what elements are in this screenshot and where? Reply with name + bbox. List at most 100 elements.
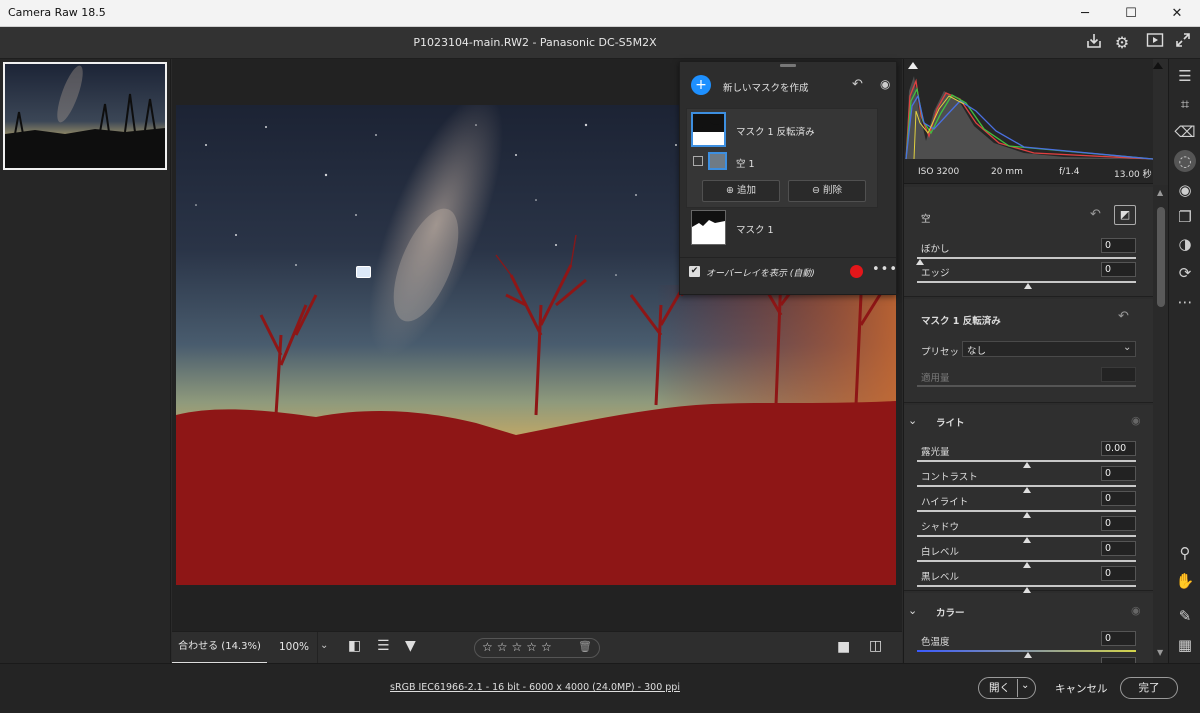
slider-label: シャドウ	[921, 522, 960, 533]
snapshots-icon[interactable]: ❐	[1174, 206, 1196, 228]
slider-thumb[interactable]	[1024, 283, 1032, 289]
reset-icon[interactable]: ↶	[852, 77, 863, 92]
slider-thumb[interactable]	[1022, 487, 1031, 493]
overlay-color-swatch[interactable]	[850, 265, 863, 278]
light-section: ⌄ ライト ◉ 露光量 0.00 コントラスト 0 ハイライト 0 シャドウ 0 白レベル 0 黒レ…	[904, 405, 1153, 593]
slider-thumb[interactable]	[1022, 537, 1031, 543]
slider-value-input[interactable]: 0	[1101, 516, 1136, 531]
workflow-options-link[interactable]: sRGB IEC61966-2.1 - 16 bit - 6000 x 4000…	[0, 682, 1070, 693]
scroll-down-icon[interactable]: ▼	[1157, 648, 1163, 657]
trash-icon[interactable]: 🗑	[578, 640, 592, 653]
slider-value-input[interactable]: 0	[1101, 631, 1136, 646]
sky-section-title: 空	[921, 214, 931, 225]
slider-value-input[interactable]: 0	[1101, 541, 1136, 556]
fullscreen-preview-icon[interactable]	[1144, 32, 1166, 54]
reset-icon[interactable]: ↶	[1090, 207, 1101, 222]
slider-thumb[interactable]	[1024, 652, 1032, 658]
eye-icon[interactable]: ◉	[1131, 604, 1141, 617]
highlight-clip-warning-icon[interactable]	[1153, 62, 1163, 69]
chevron-down-icon[interactable]: ⌄	[1021, 676, 1029, 696]
red-eye-icon[interactable]: ◉	[1174, 179, 1196, 201]
add-icon: ⊕	[726, 185, 737, 196]
light-section-title[interactable]: ライト	[936, 415, 965, 429]
color-sampler-icon[interactable]: ✎	[1174, 605, 1196, 627]
filmstrip-toggle-icon[interactable]: ◧	[348, 638, 361, 654]
eye-icon[interactable]: ◉	[1131, 414, 1141, 427]
slider-thumb[interactable]	[1022, 512, 1031, 518]
invert-icon[interactable]: ◩	[1114, 205, 1136, 225]
create-mask-icon[interactable]: +	[691, 75, 711, 95]
shadow-clip-warning-icon[interactable]	[908, 62, 918, 69]
eye-icon[interactable]: ◉	[880, 77, 890, 91]
mask-group-1-name[interactable]: マスク 1 反転済み	[736, 124, 815, 138]
mask-thumbnail[interactable]	[691, 210, 726, 245]
mask-panel: + 新しいマスクを作成 ↶ ◉ マスク 1 反転済み 空 1 ⊕ 追加 ⊖ 削除…	[679, 61, 897, 295]
hand-icon[interactable]: ✋	[1174, 570, 1196, 592]
single-view-icon[interactable]: ■	[837, 639, 850, 655]
slider-label: 色温度	[921, 637, 950, 648]
zoom-dropdown-icon[interactable]: ⌄	[320, 640, 328, 651]
slider-track[interactable]	[917, 257, 1136, 259]
chevron-down-icon[interactable]: ⌄	[908, 604, 917, 617]
maximize-button[interactable]: ☐	[1108, 0, 1154, 27]
slider-value-input[interactable]: 0	[1101, 466, 1136, 481]
fit-zoom-button[interactable]: 合わせる (14.3%)	[172, 632, 267, 664]
sky-component-thumbnail[interactable]	[708, 152, 727, 170]
edit-sliders-icon[interactable]: ☰	[1174, 65, 1196, 87]
overlay-checkbox[interactable]: ✔	[689, 266, 700, 277]
create-mask-label[interactable]: 新しいマスクを作成	[723, 80, 809, 94]
reset-icon[interactable]: ↶	[1118, 309, 1129, 324]
filter-icon[interactable]: ▼	[405, 638, 416, 654]
zoom-100-button[interactable]: 100%	[279, 641, 309, 653]
add-button[interactable]: ⊕ 追加	[702, 180, 780, 202]
mask-group-2-name[interactable]: マスク 1	[736, 222, 774, 236]
gear-icon[interactable]: ⚙	[1111, 32, 1133, 54]
slider-label: 白レベル	[921, 547, 960, 558]
slider-value-input[interactable]: 0	[1101, 262, 1136, 277]
scrollbar-thumb[interactable]	[1157, 207, 1165, 307]
mask-pin-icon[interactable]	[356, 266, 371, 278]
sky-component-section: 空 ↶ ◩ ぼかし 0 エッジ 0	[904, 187, 1153, 297]
close-button[interactable]: ✕	[1154, 0, 1200, 27]
mask-thumbnail-inverted[interactable]	[691, 112, 726, 147]
zoom-icon[interactable]: ⚲	[1174, 542, 1196, 564]
masking-icon[interactable]: ◌	[1174, 150, 1196, 172]
slider-thumb[interactable]	[1022, 562, 1031, 568]
slider-value-input[interactable]: 0	[1101, 491, 1136, 506]
chevron-down-icon[interactable]: ⌄	[908, 414, 917, 427]
filmstrip-thumbnail[interactable]	[3, 62, 167, 170]
slider-value-input[interactable]: 0	[1101, 566, 1136, 581]
save-icon[interactable]	[1083, 32, 1105, 54]
more-icon[interactable]: ⋯	[1174, 291, 1196, 313]
expand-icon[interactable]	[1172, 32, 1194, 54]
slider-value-input[interactable]: 0	[1101, 238, 1136, 253]
grid-icon[interactable]: ▦	[1174, 634, 1196, 656]
preset-value: なし	[967, 346, 987, 357]
minimize-button[interactable]: ─	[1062, 0, 1108, 27]
done-button[interactable]: 完了	[1120, 677, 1178, 699]
sky-component-name[interactable]: 空 1	[736, 156, 755, 170]
before-after-icon[interactable]: ◫	[869, 638, 882, 654]
cancel-button[interactable]: キャンセル	[1055, 681, 1108, 696]
amount-value-input[interactable]	[1101, 367, 1136, 382]
star-icons[interactable]: ☆☆☆☆☆	[482, 640, 556, 654]
subtract-button[interactable]: ⊖ 削除	[788, 180, 866, 202]
more-options-icon[interactable]: •••	[872, 262, 898, 277]
color-section-title[interactable]: カラー	[936, 605, 965, 619]
mask-mode-icon[interactable]	[693, 156, 703, 166]
scroll-up-icon[interactable]: ▲	[1157, 188, 1163, 197]
app-title: Camera Raw 18.5	[8, 6, 106, 19]
sync-icon[interactable]: ⟳	[1174, 262, 1196, 284]
crop-icon[interactable]: ⌗	[1174, 93, 1196, 115]
drag-handle[interactable]	[780, 64, 796, 67]
open-button[interactable]: 開く ⌄	[978, 677, 1036, 699]
preset-dropdown[interactable]: なし ⌄	[962, 341, 1136, 357]
slider-value-input[interactable]: 0.00	[1101, 441, 1136, 456]
slider-label: コントラスト	[921, 472, 978, 483]
eraser-icon[interactable]: ⌫	[1174, 121, 1196, 143]
amount-slider-track[interactable]	[917, 385, 1136, 387]
sort-icon[interactable]: ☰	[377, 638, 390, 654]
presets-icon[interactable]: ◑	[1174, 233, 1196, 255]
panel-scrollbar[interactable]: ▲ ▼	[1153, 185, 1168, 663]
slider-thumb[interactable]	[1022, 462, 1031, 468]
